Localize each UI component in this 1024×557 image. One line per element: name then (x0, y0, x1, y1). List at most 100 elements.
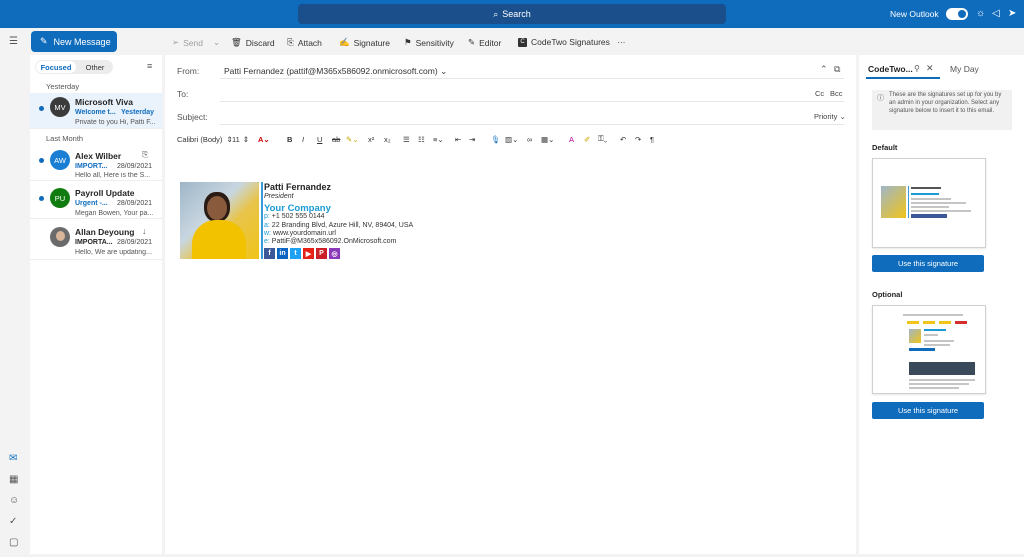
compose-pane (165, 55, 856, 554)
preview: Hello all, Here is the S... (75, 172, 151, 179)
default-signature-preview[interactable] (872, 158, 986, 248)
signature-title: President (264, 193, 294, 200)
mail-icon[interactable]: ✉ (9, 453, 17, 464)
more-options-button[interactable]: ··· (617, 37, 626, 47)
avatar: MV (50, 97, 70, 117)
editor-button[interactable]: ✎ Editor (468, 37, 501, 48)
unread-dot (39, 158, 44, 163)
bold-icon[interactable]: B (287, 133, 292, 145)
calendar-icon[interactable]: ▦ (9, 474, 18, 485)
search-box[interactable]: ⌕ Search (298, 4, 726, 24)
tab-focused[interactable]: Focused (36, 61, 76, 73)
priority-button[interactable]: Priority ⌄ (814, 112, 846, 121)
hamburger-icon[interactable]: ☰ (9, 36, 18, 47)
format-painter-icon[interactable]: ✐ (584, 133, 590, 145)
bcc-button[interactable]: Bcc (830, 89, 843, 98)
sensitivity-lock-icon[interactable]: ⚿⌄ (598, 133, 607, 145)
new-message-button[interactable]: ✎ New Message (31, 31, 117, 52)
linkedin-icon: in (277, 248, 288, 259)
highlight-icon[interactable]: ✎⌄ (346, 133, 359, 145)
font-color-icon[interactable]: A⌄ (258, 133, 270, 145)
tab-other[interactable]: Other (80, 61, 110, 73)
pinterest-icon: P (316, 248, 327, 259)
tab-codetwo[interactable]: CodeTwo... (868, 64, 913, 74)
unread-dot (39, 196, 44, 201)
numbering-icon[interactable]: ☷ (418, 133, 425, 145)
date: Yesterday (121, 109, 155, 116)
to-label: To: (177, 89, 189, 99)
unread-dot (39, 106, 44, 111)
send-button[interactable]: ➢ Send ⌄ (172, 37, 220, 48)
decrease-indent-icon[interactable]: ⇤ (455, 133, 461, 145)
styles-icon[interactable]: A (569, 133, 574, 145)
attachment-icon: ⎘ (142, 150, 149, 159)
preview-divider (908, 186, 909, 218)
bulb-icon[interactable]: ☼ (976, 8, 985, 19)
optional-signature-preview[interactable] (872, 305, 986, 394)
instagram-icon: ◎ (329, 248, 340, 259)
underline-icon[interactable]: U (317, 133, 322, 145)
arrow-down-icon: ↓ (142, 226, 147, 236)
sensitivity-button[interactable]: ⚑ Sensitivity (404, 37, 454, 48)
sensitivity-icon: ⚑ (404, 37, 412, 47)
use-optional-signature-button[interactable]: Use this signature (872, 402, 984, 419)
redo-icon[interactable]: ↷ (635, 133, 641, 145)
tab-my-day[interactable]: My Day (950, 64, 979, 74)
table-icon[interactable]: ▦⌄ (541, 133, 554, 145)
sender-name: Microsoft Viva (75, 97, 133, 107)
font-family-select[interactable]: Calibri (Body) ⇕ (177, 133, 233, 145)
paragraph-icon[interactable]: ¶ (650, 133, 654, 145)
codetwo-signatures-button[interactable]: C CodeTwo Signatures (518, 37, 610, 47)
info-text: These are the signatures set up for you … (889, 92, 1002, 114)
date: 28/09/2021 (117, 163, 153, 170)
list-item[interactable]: PU Payroll Update Urgent -... 28/09/2021… (30, 183, 162, 219)
subject: IMPORTA... (75, 239, 113, 246)
megaphone-icon[interactable]: ◁ (992, 8, 1000, 19)
undo-icon[interactable]: ↶ (620, 133, 626, 145)
filter-icon[interactable]: ≡ (147, 61, 152, 71)
signature-button[interactable]: ✍ Signature (339, 37, 390, 48)
avatar: PU (50, 188, 70, 208)
use-default-signature-button[interactable]: Use this signature (872, 255, 984, 272)
list-item[interactable]: MV Microsoft Viva Welcome t... Yesterday… (30, 93, 162, 129)
group-header-last-month: Last Month (46, 134, 84, 143)
people-icon[interactable]: ☺ (9, 495, 19, 506)
sender-name: Payroll Update (75, 188, 135, 198)
popout-icon[interactable]: ⧉ (834, 64, 840, 75)
todo-icon[interactable]: ✓ (9, 516, 17, 527)
list-item[interactable]: Allan Deyoung ↓ IMPORTA... 28/09/2021 He… (30, 222, 162, 260)
link-icon[interactable]: ∞ (527, 133, 532, 145)
cc-button[interactable]: Cc (815, 89, 824, 98)
strikethrough-icon[interactable]: ab (332, 133, 340, 145)
to-field[interactable] (224, 86, 804, 100)
notes-icon[interactable]: ▢ (9, 537, 18, 548)
bullets-icon[interactable]: ☰ (403, 133, 410, 145)
pin-icon[interactable]: ⚲ (914, 64, 920, 73)
italic-icon[interactable]: I (302, 133, 304, 145)
preview: Hello, We are updating... (75, 249, 152, 256)
subject-field[interactable] (224, 109, 804, 123)
send-icon: ➢ (172, 37, 180, 47)
subscript-icon[interactable]: x₂ (384, 133, 391, 145)
codetwo-icon: C (518, 37, 527, 47)
dictate-icon[interactable]: 🎙︎ (491, 133, 501, 145)
new-outlook-toggle[interactable] (946, 8, 968, 20)
close-icon[interactable]: ✕ (926, 63, 934, 74)
increase-indent-icon[interactable]: ⇥ (469, 133, 475, 145)
font-size-select[interactable]: 11 ⇕ (232, 133, 249, 145)
chevron-down-icon: ⌄ (212, 37, 221, 47)
preview-photo (881, 186, 906, 218)
align-icon[interactable]: ≡⌄ (433, 133, 444, 145)
collapse-icon[interactable]: ⌃ (820, 64, 828, 75)
superscript-icon[interactable]: x² (368, 133, 374, 145)
image-icon[interactable]: ▨⌄ (505, 133, 518, 145)
sender-name: Alex Wilber (75, 151, 122, 161)
discard-button[interactable]: 🗑︎ Discard (231, 37, 275, 48)
list-item[interactable]: AW Alex Wilber ⎘ IMPORT... 28/09/2021 He… (30, 145, 162, 181)
signature-address: a: 22 Branding Blvd, Azure Hill, NV, 894… (264, 222, 414, 229)
preview: Private to you Hi, Patti F... (75, 119, 156, 126)
signature-phone: p: +1 502 555 0144 (264, 213, 325, 220)
attach-button[interactable]: ⎘ Attach (287, 37, 322, 48)
from-field[interactable]: Patti Fernandez (pattif@M365x586092.onmi… (224, 66, 447, 77)
send-feedback-icon[interactable]: ➤ (1008, 8, 1016, 19)
